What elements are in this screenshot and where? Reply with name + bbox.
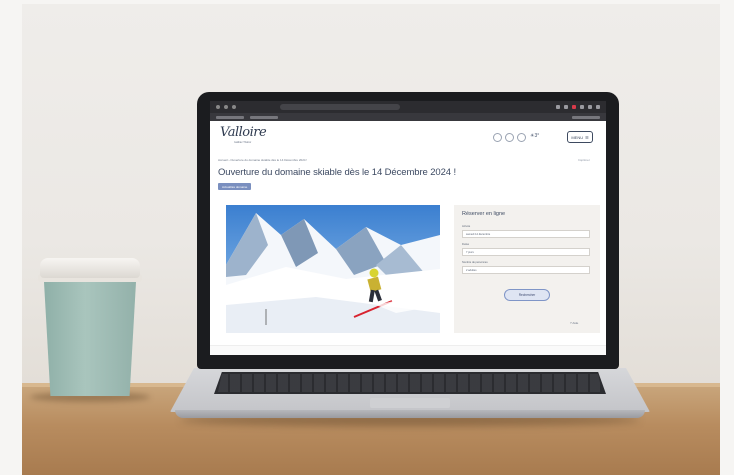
duration-field[interactable]: 7 jours <box>462 248 590 256</box>
coffee-cup <box>38 258 142 398</box>
print-link[interactable]: Imprimer <box>578 158 590 162</box>
cup-body <box>44 282 136 396</box>
field-label: Nombre de personnes <box>462 261 488 264</box>
extension-icon[interactable] <box>588 105 592 109</box>
cup-lid <box>40 258 140 278</box>
site-logo-subtitle: Galibier Thabor <box>234 141 252 144</box>
help-link[interactable]: ? Aide <box>570 321 578 325</box>
bookmark-item[interactable] <box>250 115 278 119</box>
menu-button[interactable]: MENU ☰ <box>567 131 593 143</box>
booking-panel: Réserver en ligne Arrivée samedi 14 déce… <box>454 205 600 333</box>
search-icon[interactable] <box>493 133 502 142</box>
extension-icon[interactable] <box>580 105 584 109</box>
breadcrumb[interactable]: Accueil › Ouverture du domaine skiable d… <box>218 158 307 162</box>
category-tag[interactable]: Actualités domaine <box>218 183 252 190</box>
laptop-front-lip <box>175 410 645 418</box>
arrival-date-field[interactable]: samedi 14 décembre <box>462 230 590 238</box>
ski-scene-image <box>226 205 440 333</box>
hamburger-icon: ☰ <box>585 134 589 140</box>
forward-icon[interactable] <box>224 105 228 109</box>
browser-toolbar <box>210 101 606 113</box>
user-icon[interactable] <box>517 133 526 142</box>
guests-field[interactable]: 2 adultes <box>462 266 590 274</box>
bookmark-item[interactable] <box>572 115 600 119</box>
page-title: Ouverture du domaine skiable dès le 14 D… <box>218 167 457 178</box>
booking-panel-title: Réserver en ligne <box>462 211 506 217</box>
field-label: Durée <box>462 243 470 246</box>
extension-icon[interactable] <box>564 105 568 109</box>
webcam-icon[interactable] <box>505 133 514 142</box>
reload-icon[interactable] <box>232 105 236 109</box>
bookmarks-bar <box>210 113 606 121</box>
keyboard-keys <box>218 374 602 392</box>
extension-icon[interactable] <box>556 105 560 109</box>
site-logo[interactable]: Valloire <box>220 125 267 140</box>
back-icon[interactable] <box>216 105 220 109</box>
field-label: Arrivée <box>462 225 471 228</box>
address-bar[interactable] <box>280 104 400 110</box>
extension-icon[interactable] <box>572 105 576 109</box>
page-bottom-strip <box>210 345 606 355</box>
ski-photo <box>226 205 440 333</box>
laptop-screen: Valloire Galibier Thabor ☀3° MENU ☰ Accu… <box>210 101 606 355</box>
weather-readout[interactable]: ☀3° <box>530 133 539 139</box>
search-button[interactable]: Rechercher <box>504 289 550 301</box>
browser-menu-icon[interactable] <box>596 105 600 109</box>
trackpad <box>370 398 450 408</box>
bookmark-item[interactable] <box>216 115 244 119</box>
